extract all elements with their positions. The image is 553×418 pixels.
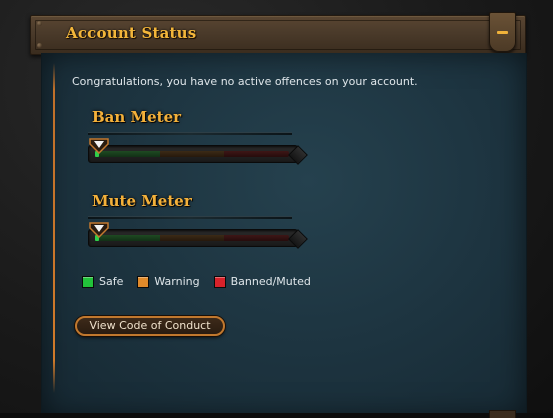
mute-meter (88, 222, 298, 247)
view-code-of-conduct-button[interactable]: View Code of Conduct (75, 316, 225, 336)
safe-swatch (82, 275, 94, 288)
account-status-panel: Congratulations, you have no active offe… (41, 53, 527, 418)
legend-item-safe: Safe (82, 275, 123, 288)
footer-edge (0, 413, 553, 418)
muted-segment (224, 235, 289, 241)
banned-swatch (213, 275, 226, 288)
legend-item-warning: Warning (137, 275, 200, 288)
mute-meter-rule (88, 216, 292, 219)
decorative-divider (53, 63, 55, 393)
ban-meter-marker-icon (89, 138, 109, 154)
warning-segment (159, 151, 225, 157)
legend-label: Warning (154, 275, 200, 288)
panel-header: Account Status (30, 15, 526, 55)
account-status-widget: Account Status Congratulations, you have… (0, 0, 553, 418)
collapse-button[interactable] (489, 12, 516, 52)
legend-item-banned: Banned/Muted (213, 275, 311, 288)
mute-meter-track (95, 235, 289, 241)
legend-label: Safe (99, 275, 124, 288)
rivet-icon (37, 43, 42, 48)
status-message: Congratulations, you have no active offe… (72, 75, 418, 88)
mute-meter-marker-icon (89, 222, 109, 238)
legend-label: Banned/Muted (230, 275, 311, 288)
minus-icon (497, 31, 508, 34)
ban-meter-track (95, 151, 289, 157)
panel-title: Account Status (66, 24, 197, 42)
warning-segment (159, 235, 225, 241)
banned-segment (224, 151, 289, 157)
mute-meter-title: Mute Meter (92, 192, 192, 210)
rivet-icon (37, 21, 42, 26)
ban-meter (88, 138, 298, 163)
meter-legend: Safe Warning Banned/Muted (82, 275, 311, 288)
footer-tab (489, 410, 516, 418)
ban-meter-rule (88, 132, 292, 135)
warning-swatch (137, 275, 150, 288)
ban-meter-title: Ban Meter (92, 108, 182, 126)
